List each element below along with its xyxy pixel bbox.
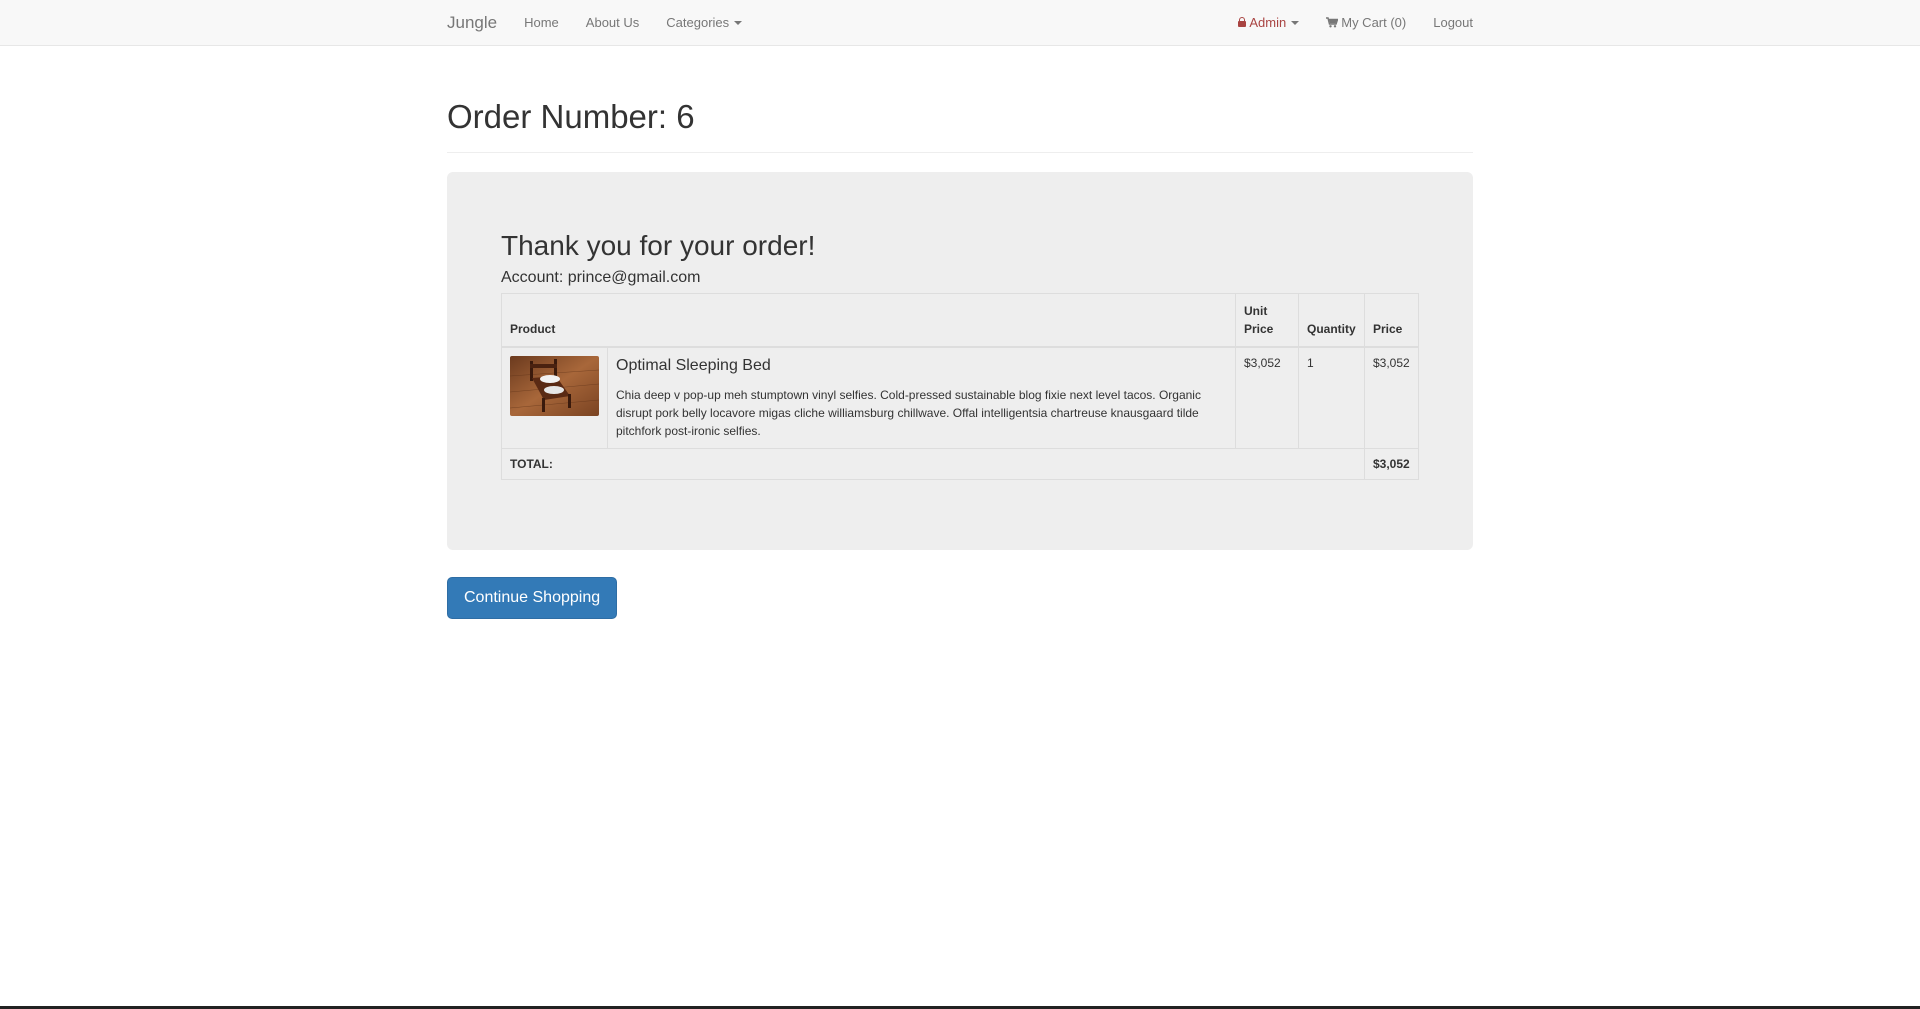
- nav-categories-dropdown[interactable]: Categories: [666, 15, 743, 30]
- header-quantity: Quantity: [1298, 293, 1365, 348]
- total-row: TOTAL: $3,052: [501, 448, 1419, 480]
- page-header: Order Number: 6: [447, 98, 1473, 153]
- product-name[interactable]: Optimal Sleeping Bed: [616, 356, 1227, 376]
- brand-link[interactable]: Jungle: [447, 13, 497, 33]
- nav-admin-label: Admin: [1249, 15, 1287, 30]
- navbar-container: Jungle Home About Us Categories Admin My…: [447, 0, 1473, 45]
- product-image-cell: [501, 346, 608, 449]
- product-image: [510, 356, 599, 416]
- header-price: Price: [1364, 293, 1419, 348]
- order-summary-panel: Thank you for your order! Account: princ…: [447, 172, 1473, 550]
- nav-cart-link[interactable]: My Cart (0): [1326, 15, 1406, 30]
- total-label: TOTAL:: [501, 448, 1365, 480]
- header-product: Product: [501, 293, 1236, 348]
- product-details-cell: Optimal Sleeping Bed Chia deep v pop-up …: [607, 346, 1236, 449]
- order-summary-content: Thank you for your order! Account: princ…: [501, 229, 1419, 480]
- caret-down-icon: [1291, 20, 1300, 25]
- continue-shopping-button[interactable]: Continue Shopping: [447, 577, 618, 619]
- lock-icon: [1238, 17, 1247, 28]
- nav-cart-label: My Cart (0): [1341, 15, 1407, 30]
- nav-admin-dropdown[interactable]: Admin: [1238, 15, 1300, 30]
- nav-home-link[interactable]: Home: [524, 15, 559, 30]
- navbar-right: Admin My Cart (0) Logout: [1211, 0, 1473, 45]
- thank-you-heading: Thank you for your order!: [501, 230, 816, 261]
- nav-logout-link[interactable]: Logout: [1433, 15, 1473, 30]
- navbar-left: Jungle Home About Us Categories: [447, 0, 769, 45]
- page-title: Order Number: 6: [447, 98, 695, 135]
- price-cell: $3,052: [1364, 346, 1419, 449]
- account-email: Account: prince@gmail.com: [501, 269, 701, 286]
- unit-price-cell: $3,052: [1235, 346, 1299, 449]
- table-row: Optimal Sleeping Bed Chia deep v pop-up …: [501, 346, 1419, 449]
- product-description: Chia deep v pop-up meh stumptown vinyl s…: [616, 388, 1201, 438]
- table-header-row: Product Unit Price Quantity Price: [501, 293, 1419, 348]
- total-value: $3,052: [1364, 448, 1419, 480]
- caret-down-icon: [734, 20, 743, 25]
- nav-about-link[interactable]: About Us: [586, 15, 639, 30]
- header-unit-price: Unit Price: [1235, 293, 1299, 348]
- order-table: Product Unit Price Quantity Price Optima…: [501, 293, 1419, 480]
- cart-icon: [1326, 17, 1339, 28]
- nav-categories-label: Categories: [666, 15, 730, 30]
- top-navbar: Jungle Home About Us Categories Admin My…: [0, 0, 1920, 46]
- quantity-cell: 1: [1298, 346, 1365, 449]
